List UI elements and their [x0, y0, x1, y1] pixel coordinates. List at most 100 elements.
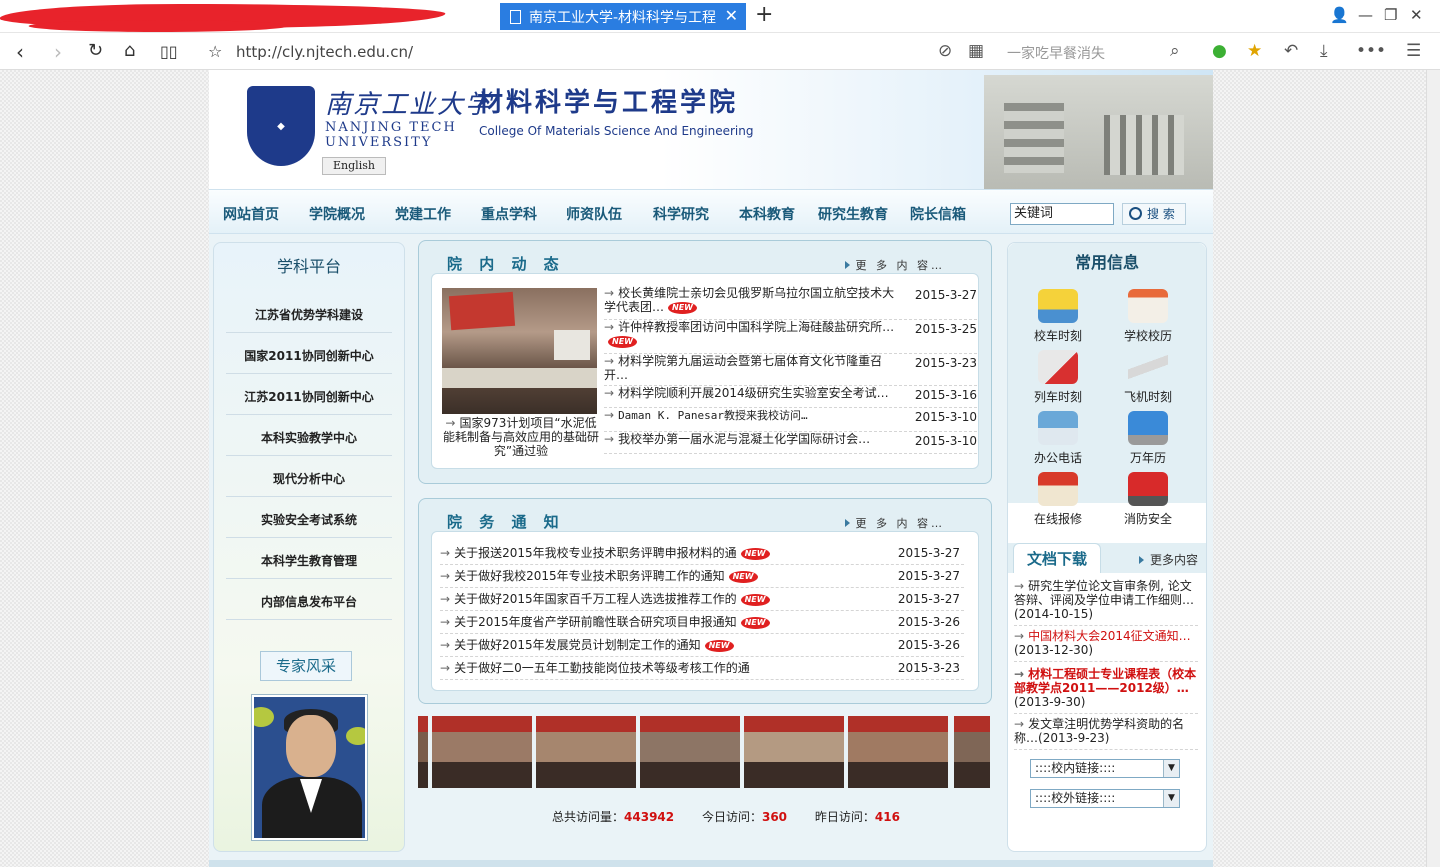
- docs-download-tab[interactable]: 文档下载: [1013, 543, 1101, 573]
- news-more-link[interactable]: 更 多 内 容…: [844, 257, 946, 273]
- bookmark-star-icon[interactable]: ☆: [208, 42, 222, 61]
- notice-row[interactable]: → 关于做好2015年国家百千万工程人选选拔推荐工作的 NEW 2015-3-27: [440, 588, 964, 611]
- office-phone-link[interactable]: 办公电话: [1013, 411, 1103, 466]
- notice-row[interactable]: → 关于做好2015年发展党员计划制定工作的通知 NEW 2015-3-26: [440, 634, 964, 657]
- reader-icon[interactable]: ▯▯: [160, 42, 178, 61]
- gallery-photo[interactable]: [640, 716, 740, 788]
- today-visits-label: 今日访问：: [701, 810, 762, 824]
- keyword-input[interactable]: 关键词: [1010, 203, 1114, 225]
- forward-icon[interactable]: ›: [54, 40, 62, 64]
- flight-schedule-link[interactable]: 飞机时刻: [1103, 350, 1193, 405]
- vertical-scrollbar[interactable]: [1426, 70, 1440, 867]
- search-button[interactable]: 搜 索: [1122, 203, 1186, 225]
- chat-icon[interactable]: ●: [1212, 41, 1227, 61]
- more-icon[interactable]: •••: [1356, 41, 1386, 61]
- left-item-jiangsu-2011[interactable]: 江苏2011协同创新中心: [226, 379, 392, 415]
- close-tab-icon[interactable]: ✕: [725, 6, 738, 25]
- notice-title: 关于2015年度省产学研前瞻性联合研究项目申报通知: [454, 615, 737, 629]
- reload-icon[interactable]: ↻: [88, 40, 103, 61]
- user-icon[interactable]: 👤: [1330, 6, 1349, 24]
- office-phone-label: 办公电话: [1033, 451, 1082, 465]
- nav-item-research[interactable]: 科学研究: [653, 204, 709, 224]
- doc-item[interactable]: → 研究生学位论文盲审条例, 论文答辩、评阅及学位申请工作细则…(2014-10-…: [1014, 579, 1198, 626]
- gallery-photo[interactable]: [954, 716, 990, 788]
- gallery-photo[interactable]: [536, 716, 636, 788]
- nav-item-faculty[interactable]: 师资队伍: [566, 204, 622, 224]
- common-info-title: 常用信息: [1074, 253, 1139, 272]
- nav-item-graduate[interactable]: 研究生教育: [818, 204, 888, 224]
- left-item-safety-exam[interactable]: 实验安全考试系统: [226, 502, 392, 538]
- nav-item-overview[interactable]: 学院概况: [309, 204, 365, 224]
- school-calendar-link[interactable]: 学校校历: [1103, 289, 1193, 344]
- news-title-text: 校长黄维院士亲切会见俄罗斯乌拉尔国立航空技术大学代表团…: [604, 286, 895, 314]
- news-row[interactable]: → 许仲梓教授率团访问中国科学院上海硅酸盐研究所…NEW 2015-3-25: [604, 320, 977, 354]
- minimize-icon[interactable]: —: [1358, 6, 1373, 24]
- doc-item[interactable]: → 中国材料大会2014征文通知… (2013-12-30): [1014, 629, 1198, 662]
- docs-more-link[interactable]: 更多内容: [1138, 551, 1198, 568]
- browser-search-input[interactable]: 一家吃早餐消失: [1007, 43, 1105, 63]
- menu-icon[interactable]: ☰: [1406, 41, 1421, 61]
- restore-icon[interactable]: ❐: [1384, 6, 1397, 24]
- main-navigation: 网站首页 学院概况 党建工作 重点学科 师资队伍 科学研究 本科教育 研究生教育…: [209, 189, 1213, 234]
- perpetual-calendar-link[interactable]: 万年历: [1103, 411, 1193, 466]
- left-item-jiangsu-advantage[interactable]: 江苏省优势学科建设: [226, 297, 392, 333]
- browser-tab-active[interactable]: 南京工业大学-材料科学与工程 ✕: [500, 3, 746, 30]
- website: ◆ 南京工业大学 材料科学与工程学院 NANJING TECH UNIVERSI…: [209, 70, 1213, 867]
- nav-item-disciplines[interactable]: 重点学科: [481, 204, 537, 224]
- notice-date: 2015-3-27: [897, 569, 960, 583]
- gallery-photo[interactable]: [432, 716, 532, 788]
- internal-links-select[interactable]: ::::校内链接:::: ▼: [1030, 759, 1180, 778]
- news-row[interactable]: → 材料学院第九届运动会暨第七届体育文化节隆重召开… 2015-3-23: [604, 354, 977, 386]
- train-schedule-link[interactable]: 列车时刻: [1013, 350, 1103, 405]
- left-item-internal-info[interactable]: 内部信息发布平台: [226, 584, 392, 620]
- news-photo-caption[interactable]: → 国家973计划项目“水泥低能耗制备与高效应用的基础研究”通过验: [442, 416, 600, 458]
- news-row[interactable]: → 材料学院顺利开展2014级研究生实验室安全考试… 2015-3-16: [604, 386, 977, 408]
- block-icon[interactable]: ⊘: [938, 41, 952, 61]
- news-row[interactable]: → Daman K. Panesar教授来我校访问… 2015-3-10: [604, 408, 977, 432]
- doc-date: (2013-9-30): [1014, 695, 1086, 709]
- external-links-select[interactable]: ::::校外链接:::: ▼: [1030, 789, 1180, 808]
- notice-row[interactable]: → 关于做好我校2015年专业技术职务评聘工作的通知 NEW 2015-3-27: [440, 565, 964, 588]
- expert-photo[interactable]: [252, 695, 367, 840]
- address-bar[interactable]: http://cly.njtech.edu.cn/: [236, 43, 413, 61]
- nav-item-dean-mailbox[interactable]: 院长信箱: [910, 204, 966, 224]
- notice-row[interactable]: → 关于做好二0一五年工勤技能岗位技术等级考核工作的通 2015-3-23: [440, 657, 964, 680]
- search-icon[interactable]: ⌕: [1170, 41, 1180, 61]
- arrow-icon: →: [440, 569, 451, 583]
- close-window-icon[interactable]: ✕: [1410, 6, 1423, 24]
- shuttle-schedule-link[interactable]: 校车时刻: [1013, 289, 1103, 344]
- online-repair-link[interactable]: 在线报修: [1013, 472, 1103, 527]
- left-item-student-management[interactable]: 本科学生教育管理: [226, 543, 392, 579]
- back-icon[interactable]: ‹: [16, 40, 24, 64]
- left-item-national-2011[interactable]: 国家2011协同创新中心: [226, 338, 392, 374]
- favorites-star-icon[interactable]: ★: [1247, 41, 1262, 61]
- home-icon[interactable]: ⌂: [124, 40, 135, 61]
- qr-icon[interactable]: ▦: [968, 41, 984, 61]
- news-row[interactable]: → 校长黄维院士亲切会见俄罗斯乌拉尔国立航空技术大学代表团… NEW 2015-3-…: [604, 286, 977, 320]
- notices-more-link[interactable]: 更 多 内 容…: [844, 515, 946, 531]
- news-date: 2015-3-16: [914, 388, 977, 402]
- undo-icon[interactable]: ↶: [1284, 41, 1298, 61]
- nav-item-home[interactable]: 网站首页: [223, 204, 279, 224]
- gallery-photo[interactable]: [848, 716, 948, 788]
- left-item-analysis-center[interactable]: 现代分析中心: [226, 461, 392, 497]
- new-tab-icon[interactable]: +: [755, 2, 773, 27]
- download-icon[interactable]: ⤓: [1320, 41, 1328, 61]
- nav-item-party[interactable]: 党建工作: [395, 204, 451, 224]
- nav-item-undergrad[interactable]: 本科教育: [739, 204, 795, 224]
- gallery-photo[interactable]: [744, 716, 844, 788]
- notice-row[interactable]: → 关于报送2015年我校专业技术职务评聘申报材料的通 NEW 2015-3-27: [440, 542, 964, 565]
- fire-safety-link[interactable]: 消防安全: [1103, 472, 1193, 527]
- english-button[interactable]: English: [322, 157, 386, 175]
- doc-item[interactable]: → 发文章注明优势学科资助的名称…(2013-9-23): [1014, 717, 1198, 750]
- news-photo[interactable]: [442, 288, 597, 414]
- arrow-icon: →: [440, 546, 451, 560]
- gallery-photo[interactable]: [418, 716, 428, 788]
- news-title: → 材料学院第九届运动会暨第七届体育文化节隆重召开…: [604, 354, 900, 382]
- doc-item[interactable]: → 材料工程硕士专业课程表（校本部教学点2011——2012级）…(2013-9-…: [1014, 667, 1198, 714]
- college-name-en: College Of Materials Science And Enginee…: [479, 124, 754, 138]
- notice-row[interactable]: → 关于2015年度省产学研前瞻性联合研究项目申报通知 NEW 2015-3-26: [440, 611, 964, 634]
- new-badge: NEW: [728, 570, 758, 583]
- news-row[interactable]: → 我校举办第一届水泥与混凝土化学国际研讨会… 2015-3-10: [604, 432, 977, 454]
- left-item-teaching-center[interactable]: 本科实验教学中心: [226, 420, 392, 456]
